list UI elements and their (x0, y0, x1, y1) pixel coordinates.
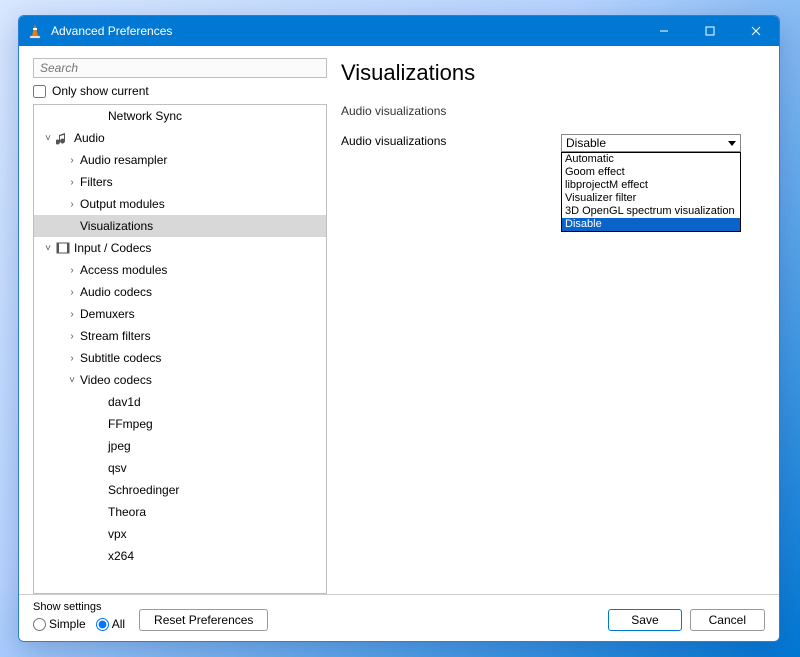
tree-item[interactable]: Visualizations (34, 215, 326, 237)
tree-item-label: x264 (106, 549, 134, 563)
codec-icon (54, 241, 72, 255)
all-radio[interactable]: All (96, 617, 125, 631)
dropdown-option[interactable]: Goom effect (562, 166, 740, 179)
tree-item[interactable]: Network Sync (34, 105, 326, 127)
tree-item[interactable]: ›Filters (34, 171, 326, 193)
chevron-down-icon: ˅ (42, 243, 54, 254)
tree-item[interactable]: dav1d (34, 391, 326, 413)
dropdown-option[interactable]: Visualizer filter (562, 192, 740, 205)
window-controls (641, 16, 779, 46)
page-title: Visualizations (341, 60, 765, 86)
dropdown-option[interactable]: libprojectM effect (562, 179, 740, 192)
titlebar[interactable]: Advanced Preferences (19, 16, 779, 46)
tree-item[interactable]: x264 (34, 545, 326, 567)
tree-item-label: Input / Codecs (72, 241, 151, 255)
only-show-current-label: Only show current (52, 84, 149, 98)
tree-item[interactable]: ›Demuxers (34, 303, 326, 325)
chevron-right-icon: › (66, 199, 78, 210)
app-icon (27, 23, 43, 39)
tree-item-label: Schroedinger (106, 483, 179, 497)
chevron-right-icon: › (66, 155, 78, 166)
chevron-right-icon: › (66, 309, 78, 320)
preferences-window: Advanced Preferences Only show current N… (18, 15, 780, 642)
tree-item-label: Demuxers (78, 307, 135, 321)
tree-item-label: Video codecs (78, 373, 152, 387)
tree-item[interactable]: vpx (34, 523, 326, 545)
tree-item-label: Visualizations (78, 219, 153, 233)
visualization-combobox[interactable]: Disable (561, 134, 741, 152)
save-button[interactable]: Save (608, 609, 681, 631)
close-button[interactable] (733, 16, 779, 46)
tree-item-label: Filters (78, 175, 113, 189)
chevron-right-icon: › (66, 265, 78, 276)
tree-item-label: Audio (72, 131, 105, 145)
tree-item-label: Access modules (78, 263, 167, 277)
left-pane: Only show current Network Sync˅Audio›Aud… (33, 58, 327, 594)
tree-item[interactable]: ›Access modules (34, 259, 326, 281)
tree-item-label: vpx (106, 527, 127, 541)
tree-item-label: Network Sync (106, 109, 182, 123)
window-title: Advanced Preferences (51, 24, 641, 38)
visualization-dropdown-list: AutomaticGoom effectlibprojectM effectVi… (561, 152, 741, 232)
tree-item[interactable]: ›Output modules (34, 193, 326, 215)
tree-item-label: dav1d (106, 395, 141, 409)
chevron-right-icon: › (66, 353, 78, 364)
tree-item[interactable]: FFmpeg (34, 413, 326, 435)
tree-item-label: Theora (106, 505, 146, 519)
only-show-current-checkbox[interactable] (33, 85, 46, 98)
content-area: Only show current Network Sync˅Audio›Aud… (19, 46, 779, 641)
tree-item-label: Audio codecs (78, 285, 152, 299)
tree-item[interactable]: jpeg (34, 435, 326, 457)
field-label: Audio visualizations (341, 134, 561, 148)
chevron-right-icon: › (66, 287, 78, 298)
search-input[interactable] (33, 58, 327, 78)
chevron-right-icon: › (66, 331, 78, 342)
category-tree: Network Sync˅Audio›Audio resampler›Filte… (33, 104, 327, 594)
audio-icon (54, 131, 72, 145)
chevron-down-icon: ˅ (42, 133, 54, 144)
tree-item-label: Output modules (78, 197, 165, 211)
tree-scroll[interactable]: Network Sync˅Audio›Audio resampler›Filte… (34, 105, 326, 593)
tree-item-label: FFmpeg (106, 417, 153, 431)
tree-item-label: Stream filters (78, 329, 151, 343)
tree-item-label: qsv (106, 461, 127, 475)
bottom-bar: Show settings Simple All Reset Preferenc… (19, 594, 779, 641)
tree-item[interactable]: Schroedinger (34, 479, 326, 501)
dropdown-option[interactable]: 3D OpenGL spectrum visualization (562, 205, 740, 218)
simple-radio[interactable]: Simple (33, 617, 86, 631)
maximize-button[interactable] (687, 16, 733, 46)
tree-item-label: jpeg (106, 439, 131, 453)
tree-item[interactable]: ›Subtitle codecs (34, 347, 326, 369)
tree-item[interactable]: qsv (34, 457, 326, 479)
chevron-down-icon: ˅ (66, 375, 78, 386)
combobox-value: Disable (566, 136, 606, 150)
tree-item[interactable]: ˅Video codecs (34, 369, 326, 391)
tree-item[interactable]: ›Audio codecs (34, 281, 326, 303)
settings-panel: Visualizations Audio visualizations Audi… (341, 58, 765, 594)
tree-item[interactable]: ˅ Audio (34, 127, 326, 149)
tree-item[interactable]: ˅ Input / Codecs (34, 237, 326, 259)
section-title: Audio visualizations (341, 104, 765, 118)
dropdown-option[interactable]: Disable (562, 218, 740, 231)
cancel-button[interactable]: Cancel (690, 609, 765, 631)
tree-item-label: Audio resampler (78, 153, 167, 167)
chevron-right-icon: › (66, 177, 78, 188)
reset-preferences-button[interactable]: Reset Preferences (139, 609, 268, 631)
tree-item-label: Subtitle codecs (78, 351, 161, 365)
tree-item[interactable]: Theora (34, 501, 326, 523)
minimize-button[interactable] (641, 16, 687, 46)
show-settings-label: Show settings (33, 601, 125, 613)
tree-item[interactable]: ›Audio resampler (34, 149, 326, 171)
dropdown-option[interactable]: Automatic (562, 153, 740, 166)
tree-item[interactable]: ›Stream filters (34, 325, 326, 347)
